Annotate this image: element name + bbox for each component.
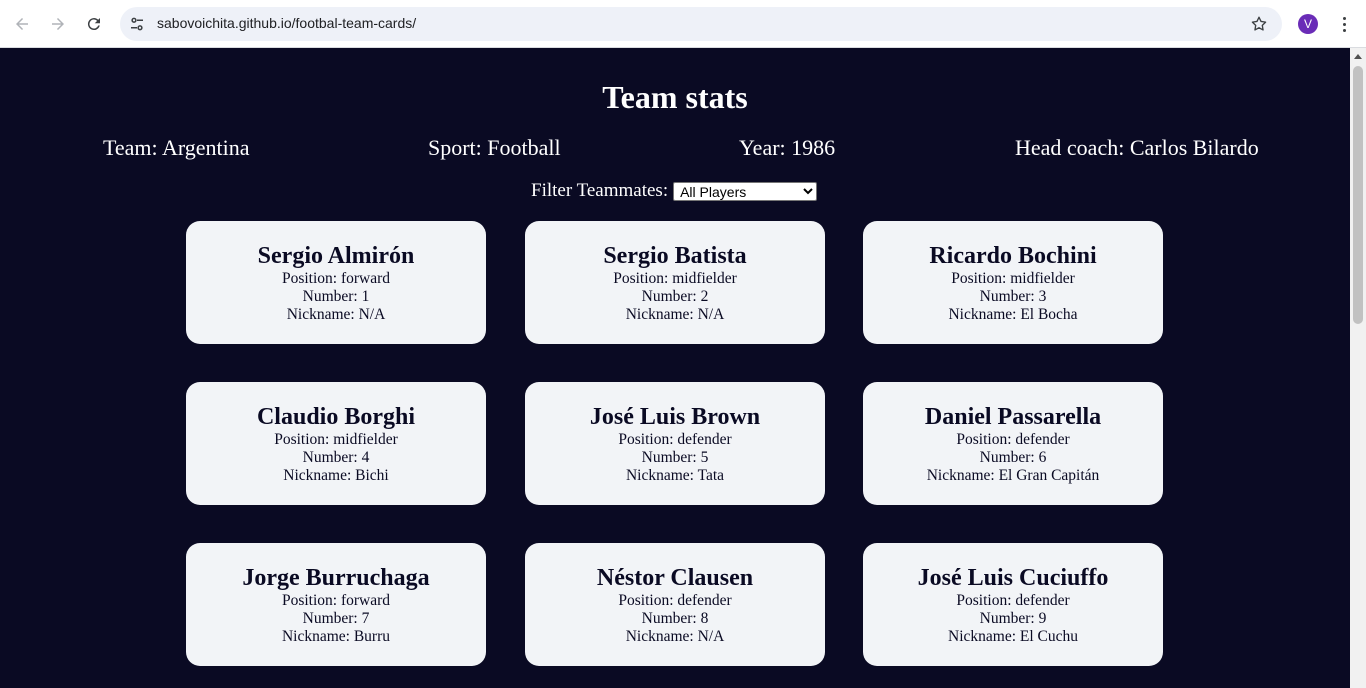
player-number: Number: 8 <box>641 610 709 627</box>
browser-toolbar: sabovoichita.github.io/footbal-team-card… <box>0 0 1366 48</box>
player-name: José Luis Brown <box>589 404 761 430</box>
player-card: Sergio Almirón Position: forward Number: 1… <box>186 221 486 344</box>
player-nickname: Nickname: El Cuchu <box>948 628 1078 645</box>
player-position: Position: forward <box>281 270 391 287</box>
player-position: Position: midfielder <box>274 431 398 448</box>
page-title: Team stats <box>602 79 748 115</box>
player-card: Sergio Batista Position: midfielder Number… <box>525 221 825 344</box>
player-card: José Luis Cuciuffo Position: defender Numb… <box>863 543 1163 666</box>
player-nickname: Nickname: Tata <box>625 467 725 484</box>
player-nickname: Nickname: El Gran Capitán <box>926 467 1100 484</box>
player-number: Number: 7 <box>302 610 370 627</box>
player-number: Number: 4 <box>302 449 370 466</box>
player-number: Number: 3 <box>979 288 1047 305</box>
player-nickname: Nickname: N/A <box>625 306 725 323</box>
profile-avatar[interactable]: V <box>1298 14 1318 34</box>
player-name: Daniel Passarella <box>924 404 1102 430</box>
player-nickname: Nickname: El Bocha <box>948 306 1078 323</box>
player-position: Position: midfielder <box>613 270 737 287</box>
player-position: Position: defender <box>956 592 1070 609</box>
player-number: Number: 5 <box>641 449 709 466</box>
player-nickname: Nickname: Burru <box>281 628 391 645</box>
scrollbar-thumb[interactable] <box>1353 66 1363 324</box>
browser-menu-icon[interactable] <box>1334 13 1354 35</box>
player-card: Néstor Clausen Position: defender Number: … <box>525 543 825 666</box>
player-number: Number: 6 <box>979 449 1047 466</box>
url-text[interactable]: sabovoichita.github.io/footbal-team-card… <box>157 15 416 31</box>
scrollbar[interactable] <box>1350 48 1366 688</box>
player-card: José Luis Brown Position: defender Number:… <box>525 382 825 505</box>
filter-teammates: Filter Teammates: All Players <box>531 180 818 202</box>
reload-icon[interactable] <box>82 12 106 36</box>
player-card: Jorge Burruchaga Position: forward Number:… <box>186 543 486 666</box>
site-settings-icon[interactable] <box>128 15 146 33</box>
player-position: Position: midfielder <box>951 270 1075 287</box>
player-position: Position: defender <box>618 431 732 448</box>
back-icon[interactable] <box>10 12 34 36</box>
player-card: Ricardo Bochini Position: midfielder Numbe… <box>863 221 1163 344</box>
filter-label: Filter Teammates: <box>531 180 669 201</box>
page-content: Team stats Team: Argentina Sport: Footba… <box>0 48 1350 688</box>
filter-select[interactable]: All Players <box>673 181 818 201</box>
head-coach-stat: Head coach: Carlos Bilardo <box>1015 135 1259 160</box>
year-stat: Year: 1986 <box>739 135 836 160</box>
team-stat: Team: Argentina <box>103 135 250 160</box>
player-card: Claudio Borghi Position: midfielder Number… <box>186 382 486 505</box>
player-nickname: Nickname: N/A <box>286 306 386 323</box>
player-name: Sergio Batista <box>603 243 747 269</box>
player-position: Position: forward <box>281 592 391 609</box>
player-name: Claudio Borghi <box>256 404 416 430</box>
player-nickname: Nickname: N/A <box>625 628 725 645</box>
player-name: José Luis Cuciuffo <box>917 565 1109 591</box>
player-name: Ricardo Bochini <box>929 243 1097 269</box>
sport-stat: Sport: Football <box>428 135 561 160</box>
player-position: Position: defender <box>618 592 732 609</box>
player-position: Position: defender <box>956 431 1070 448</box>
player-number: Number: 9 <box>979 610 1047 627</box>
bookmark-star-icon[interactable] <box>1250 15 1268 33</box>
player-name: Néstor Clausen <box>596 565 754 591</box>
player-number: Number: 1 <box>302 288 370 305</box>
scroll-up-icon[interactable] <box>1354 54 1362 59</box>
player-nickname: Nickname: Bichi <box>283 467 389 484</box>
player-number: Number: 2 <box>641 288 709 305</box>
address-bar[interactable]: sabovoichita.github.io/footbal-team-card… <box>120 7 1282 41</box>
player-name: Sergio Almirón <box>257 243 415 269</box>
player-card: Daniel Passarella Position: defender Numbe… <box>863 382 1163 505</box>
forward-icon[interactable] <box>46 12 70 36</box>
player-name: Jorge Burruchaga <box>242 565 430 591</box>
